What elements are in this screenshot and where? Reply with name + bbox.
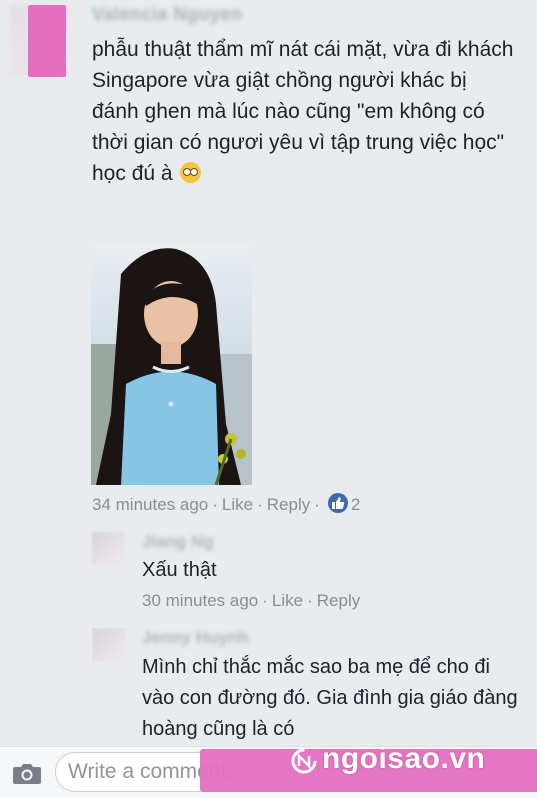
reply-timestamp[interactable]: 30 minutes ago: [142, 591, 258, 610]
separator: ·: [314, 495, 320, 514]
avatar-censor-block: [28, 5, 66, 77]
like-link[interactable]: Like: [272, 591, 303, 610]
comment-author[interactable]: Valencia Nguyen: [92, 4, 312, 28]
avatar[interactable]: [92, 532, 124, 564]
portrait-image: [91, 244, 252, 485]
reply-comment: Jenny Huynh Mình chỉ thắc mắc sao ba mẹ …: [92, 628, 522, 748]
avatar[interactable]: [92, 628, 126, 662]
separator: ·: [212, 495, 218, 514]
separator: ·: [307, 591, 313, 610]
like-link[interactable]: Like: [222, 495, 253, 514]
reply-author[interactable]: Jenny Huynh: [142, 628, 249, 648]
watermark-logo-icon: [291, 748, 317, 774]
camera-icon[interactable]: [12, 761, 42, 785]
separator: ·: [262, 591, 268, 610]
comment-meta: 34 minutes ago · Like · Reply · 2: [92, 493, 360, 515]
reply-text: Mình chỉ thắc mắc sao ba mẹ để cho đi và…: [142, 656, 518, 740]
reply-comment: Jiang Ng Xấu thật 30 minutes ago · Like · Re…: [92, 532, 522, 614]
separator: ·: [257, 495, 263, 514]
flushed-face-icon: [180, 162, 202, 183]
reply-text: Xấu thật: [142, 559, 217, 581]
reply-meta: 30 minutes ago · Like · Reply: [142, 591, 360, 611]
thumbs-up-icon[interactable]: [327, 493, 348, 513]
comment-text: phẫu thuật thẩm mĩ nát cái mặt, vừa đi k…: [92, 38, 514, 185]
comment-photo[interactable]: [91, 244, 252, 485]
watermark-text: ngoisao.vn: [322, 742, 486, 775]
reply-author[interactable]: Jiang Ng: [142, 532, 214, 552]
reaction-count[interactable]: 2: [351, 495, 360, 514]
reply-link[interactable]: Reply: [267, 495, 310, 514]
comment-body: phẫu thuật thẩm mĩ nát cái mặt, vừa đi k…: [92, 34, 517, 189]
reply-link[interactable]: Reply: [317, 591, 360, 610]
comment-timestamp[interactable]: 34 minutes ago: [92, 495, 208, 514]
main-comment: Valencia Nguyen phẫu thuật thẩm mĩ nát c…: [0, 0, 537, 797]
